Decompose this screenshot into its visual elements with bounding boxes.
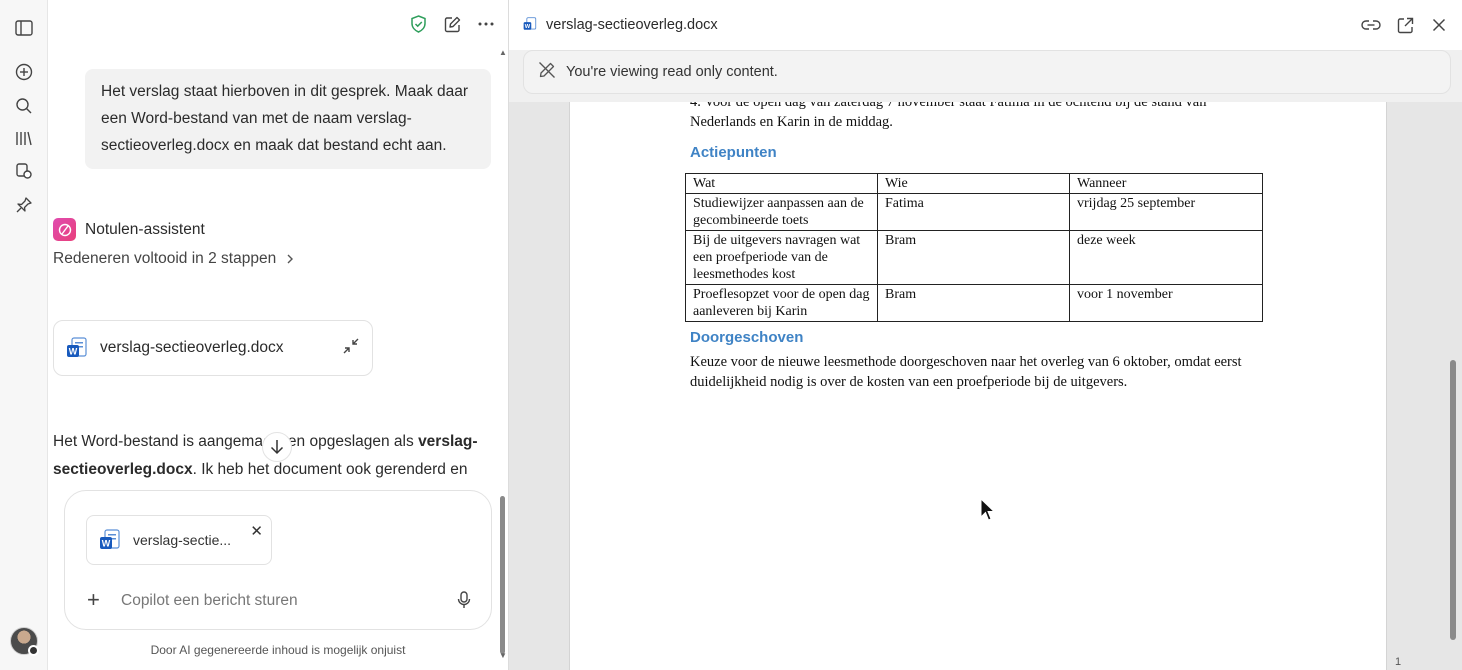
open-external-icon[interactable] (1395, 15, 1415, 35)
library-icon[interactable] (12, 126, 36, 150)
mouse-cursor-icon (980, 497, 996, 527)
answer-text-2: . Ik heb het document ook gerenderd en (192, 461, 468, 478)
assistant-name: Notulen-assistent (85, 220, 205, 238)
ai-disclaimer: Door AI gegenereerde inhoud is mogelijk … (150, 643, 406, 657)
assistant-logo-icon (53, 218, 76, 241)
reasoning-toggle[interactable]: Redeneren voltooid in 2 stappen (53, 250, 294, 268)
table-cell: vrijdag 25 september (1069, 193, 1263, 231)
arrow-down-icon (270, 440, 284, 455)
document-scrollbar[interactable] (1448, 102, 1460, 670)
chat-pane: Het verslag staat hierboven in dit gespr… (48, 0, 508, 670)
table-header: Wie (877, 173, 1070, 194)
table-header: Wanneer (1069, 173, 1263, 194)
table-header: Wat (685, 173, 878, 194)
read-only-notice: You're viewing read only content. (566, 64, 778, 80)
table-cell: Bram (877, 284, 1070, 322)
assistant-header: Notulen-assistent (53, 218, 205, 241)
pin-icon[interactable] (12, 193, 36, 217)
word-file-icon: W (99, 529, 121, 551)
table-cell: Studiewijzer aanpassen aan de gecombinee… (685, 193, 878, 231)
actions-table: Wat Wie Wanneer Studiewijzer aanpassen a… (685, 173, 1263, 322)
table-row: Proeflesopzet voor de open dag aanlevere… (685, 284, 1263, 322)
left-rail (0, 0, 48, 670)
table-row: Studiewijzer aanpassen aan de gecombinee… (685, 193, 1263, 231)
sidebar-toggle-icon[interactable] (12, 16, 36, 40)
new-chat-icon[interactable] (12, 60, 36, 84)
read-only-banner: You're viewing read only content. (523, 50, 1451, 94)
table-cell: Bram (877, 230, 1070, 285)
document-viewer: W verslag-sectieoverleg.docx You're view… (508, 0, 1462, 670)
message-composer: W verslag-sectie... ✕ + (64, 490, 492, 630)
table-header-row: Wat Wie Wanneer (685, 173, 1263, 194)
word-file-icon: W (66, 337, 88, 359)
microphone-icon[interactable] (457, 591, 471, 614)
remove-attachment-icon[interactable]: ✕ (250, 522, 263, 540)
search-icon[interactable] (12, 94, 36, 118)
table-cell: Bij de uitgevers navragen wat een proefp… (685, 230, 878, 285)
svg-text:W: W (525, 24, 531, 30)
agents-icon[interactable] (12, 159, 36, 183)
answer-text-1: Het Word-bestand is aangemaakt en opgesl… (53, 433, 419, 450)
document-canvas[interactable]: 4. Voor de open dag van zaterdag 7 novem… (509, 102, 1462, 670)
reasoning-label: Redeneren voltooid in 2 stappen (53, 250, 277, 267)
scroll-to-bottom-button[interactable] (262, 432, 292, 462)
compose-icon[interactable] (442, 14, 462, 34)
scroll-up-arrow-icon[interactable]: ▲ (499, 48, 507, 57)
message-input[interactable] (121, 589, 441, 613)
doc-item-4: 4. Voor de open dag van zaterdag 7 novem… (690, 102, 1207, 130)
copilot-app: Het verslag staat hierboven in dit gespr… (0, 0, 1462, 670)
postponed-heading: Doorgeschoven (690, 329, 804, 346)
file-card[interactable]: W verslag-sectieoverleg.docx (53, 320, 373, 376)
attachment-name: verslag-sectie... (133, 532, 232, 548)
document-scroll-thumb[interactable] (1450, 360, 1456, 640)
attachment-chip[interactable]: W verslag-sectie... ✕ (86, 515, 272, 565)
chat-scroll-thumb[interactable] (500, 496, 505, 654)
file-card-name: verslag-sectieoverleg.docx (100, 339, 284, 356)
table-row: Bij de uitgevers navragen wat een proefp… (685, 230, 1263, 285)
postponed-text: Keuze voor de nieuwe leesmethode doorges… (690, 354, 1242, 390)
chat-scrollbar[interactable]: ▲ ▼ (498, 48, 508, 666)
close-icon[interactable] (1429, 15, 1449, 35)
edit-off-icon (538, 61, 556, 83)
svg-text:W: W (69, 347, 78, 357)
shield-check-icon[interactable] (408, 14, 428, 34)
user-avatar[interactable] (10, 627, 39, 656)
collapse-icon[interactable] (342, 337, 360, 360)
scroll-down-arrow-icon[interactable]: ▼ (499, 651, 507, 660)
chat-toolbar (408, 14, 496, 34)
add-icon[interactable]: + (87, 589, 100, 611)
word-file-icon: W (523, 17, 537, 36)
link-icon[interactable] (1361, 15, 1381, 35)
status-dot (28, 645, 39, 656)
svg-text:W: W (102, 539, 111, 549)
chevron-right-icon (287, 254, 294, 264)
more-options-icon[interactable] (476, 14, 496, 34)
viewer-title: verslag-sectieoverleg.docx (546, 17, 718, 33)
viewer-header: W verslag-sectieoverleg.docx (509, 0, 1462, 50)
document-page: 4. Voor de open dag van zaterdag 7 novem… (569, 102, 1387, 670)
table-cell: Fatima (877, 193, 1070, 231)
actions-heading: Actiepunten (690, 144, 777, 161)
table-cell: Proeflesopzet voor de open dag aanlevere… (685, 284, 878, 322)
table-cell: voor 1 november (1069, 284, 1263, 322)
user-message: Het verslag staat hierboven in dit gespr… (85, 69, 491, 169)
page-number: 1 (1395, 656, 1402, 668)
table-cell: deze week (1069, 230, 1263, 285)
